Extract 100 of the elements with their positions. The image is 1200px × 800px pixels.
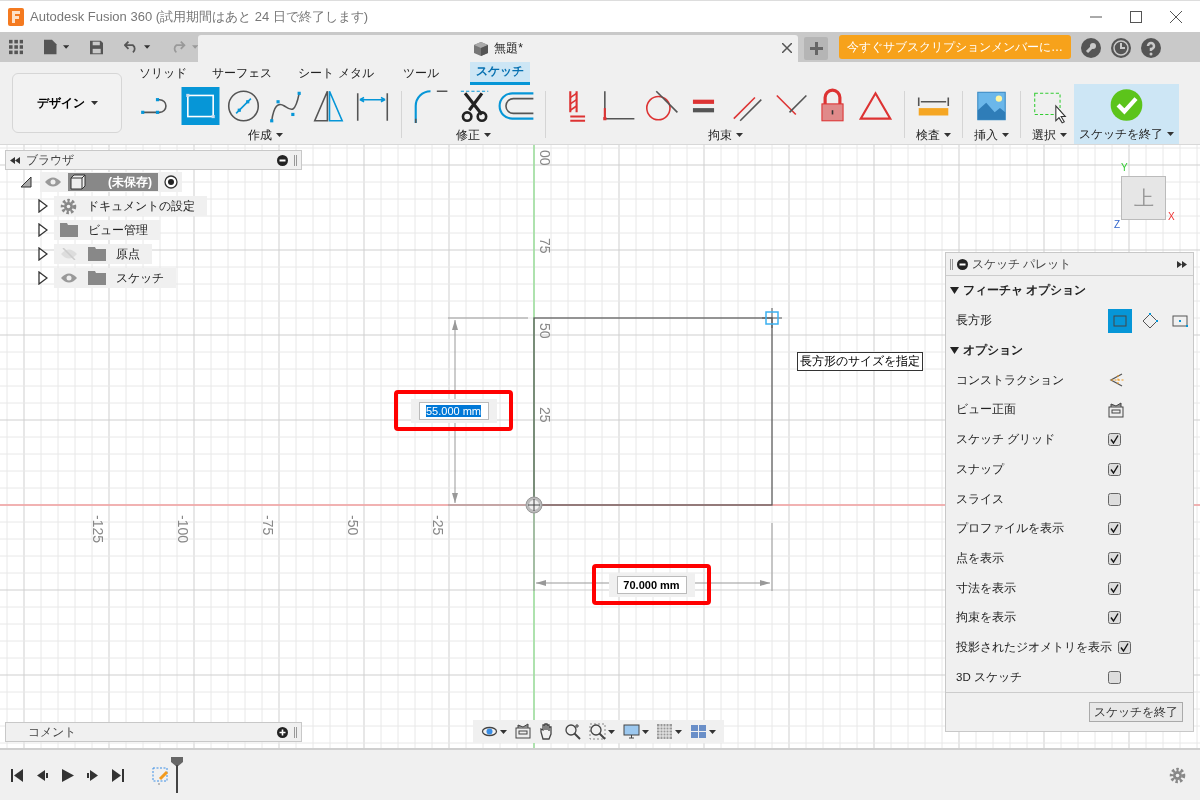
expand-triangle-icon[interactable] <box>38 271 48 285</box>
clock-icon[interactable] <box>1111 38 1131 58</box>
collapse-triangle-icon[interactable] <box>20 176 32 188</box>
group-menu-button[interactable]: 作成 <box>245 126 285 144</box>
look-at-icon[interactable] <box>1108 401 1124 418</box>
display-icon[interactable] <box>622 723 640 740</box>
checkbox[interactable] <box>1108 522 1121 536</box>
item-label: ドキュメントの設定 <box>87 197 195 215</box>
checkbox[interactable] <box>1108 551 1121 565</box>
settings-icon[interactable] <box>1169 766 1186 784</box>
checkbox[interactable] <box>1108 462 1121 476</box>
axis-label: -25 <box>430 515 446 536</box>
axis-label: -100 <box>175 515 191 544</box>
expand-arrows-icon[interactable] <box>1177 260 1187 268</box>
group-menu-button[interactable]: スケッチを終了 <box>1077 125 1176 143</box>
sketch-rectangle[interactable] <box>533 317 773 506</box>
browser-item[interactable]: ドキュメントの設定 <box>54 196 207 216</box>
expand-triangle-icon[interactable] <box>38 223 48 237</box>
checkbox[interactable] <box>1108 611 1121 625</box>
box-icon <box>70 174 86 190</box>
group-menu-button[interactable]: 選択 <box>1030 126 1069 144</box>
grip-icon[interactable] <box>294 154 297 166</box>
workspace-button[interactable]: デザイン <box>12 73 122 133</box>
add-icon[interactable] <box>277 726 288 738</box>
option-label: スケッチ グリッド <box>956 432 1057 448</box>
item-label: 原点 <box>116 245 140 263</box>
save-icon[interactable] <box>89 39 104 55</box>
viewports-icon[interactable] <box>690 723 708 740</box>
corner-handle[interactable] <box>761 307 783 329</box>
browser-item[interactable]: 原点 <box>54 244 152 264</box>
rectangle-type-option[interactable] <box>1108 308 1132 333</box>
look-at-icon[interactable] <box>514 723 532 740</box>
item-label: スケッチ <box>116 269 164 287</box>
close-icon[interactable] <box>782 43 792 53</box>
checkbox[interactable] <box>1108 670 1121 684</box>
collapse-arrows-icon[interactable] <box>10 156 20 164</box>
caret-icon <box>675 729 683 734</box>
maximize-icon[interactable] <box>1130 10 1142 23</box>
finish-sketch-button[interactable]: スケッチを終了 <box>1089 702 1183 723</box>
ribbon-tab[interactable]: スケッチ <box>470 62 530 85</box>
rectangle-tool-icon[interactable] <box>179 86 222 125</box>
step-forward-icon[interactable] <box>85 767 100 783</box>
play-icon[interactable] <box>60 767 75 783</box>
gear-icon <box>60 197 77 215</box>
axis-label: -75 <box>260 515 276 536</box>
component-label: (未保存) <box>68 173 158 191</box>
wrench-icon[interactable] <box>1081 38 1101 58</box>
group-menu-button[interactable]: 拘束 <box>705 126 745 144</box>
expand-triangle-icon[interactable] <box>38 199 48 213</box>
document-tab[interactable]: 無題* <box>198 35 798 62</box>
section-header[interactable]: オプション <box>946 335 1193 366</box>
checkbox[interactable] <box>1108 433 1121 447</box>
grip-icon[interactable] <box>950 258 953 270</box>
checkbox[interactable] <box>1108 581 1121 595</box>
minus-icon[interactable] <box>957 258 968 270</box>
option-label: 寸法を表示 <box>956 580 1017 596</box>
skip-end-icon[interactable] <box>110 767 125 783</box>
skip-start-icon[interactable] <box>10 767 25 783</box>
option-label: 投影されたジオメトリを表示 <box>956 640 1112 656</box>
panel-title: スケッチ パレット <box>972 255 1073 273</box>
dimension-input[interactable]: 70.000 mm <box>616 575 687 594</box>
option-label: 拘束を表示 <box>956 610 1017 626</box>
option-label: 3D スケッチ <box>956 669 1023 685</box>
tooltip: 長方形のサイズを指定 <box>797 352 923 371</box>
checkbox[interactable] <box>1108 492 1121 506</box>
dimension-input[interactable]: 55.000 mm <box>418 401 489 420</box>
caret-icon <box>62 45 69 49</box>
browser-item[interactable]: スケッチ <box>54 268 176 288</box>
apps-grid-icon[interactable] <box>9 39 24 55</box>
zoom-icon[interactable] <box>564 723 582 740</box>
close-icon[interactable] <box>1170 10 1182 23</box>
grip-icon[interactable] <box>294 726 297 738</box>
group-menu-button[interactable]: 修正 <box>454 126 493 144</box>
axis-label: -125 <box>90 515 106 544</box>
browser-root-item[interactable]: (未保存) <box>40 172 182 192</box>
cube-icon <box>473 40 490 57</box>
help-icon[interactable] <box>1141 38 1161 58</box>
radio-icon[interactable] <box>164 175 178 189</box>
browser-item[interactable]: ビュー管理 <box>54 220 160 240</box>
step-back-icon[interactable] <box>35 767 50 783</box>
ribbon-tab[interactable]: ソリッド <box>133 62 193 85</box>
group-menu-button[interactable]: 検査 <box>914 126 953 144</box>
ribbon-tab[interactable]: ツール <box>382 62 460 85</box>
new-tab-button[interactable] <box>804 37 828 60</box>
option-label: 点を表示 <box>956 550 1005 566</box>
section-header[interactable]: フィーチャ オプション <box>946 276 1193 306</box>
ribbon-tab[interactable]: サーフェス <box>193 62 290 85</box>
minus-icon[interactable] <box>277 154 288 166</box>
checkbox[interactable] <box>1118 641 1131 655</box>
caret-icon <box>607 729 615 734</box>
option-label: スナップ <box>956 461 1006 477</box>
group-menu-button[interactable]: 挿入 <box>972 126 1011 144</box>
axis-label: 25 <box>537 407 553 423</box>
timeline-marker[interactable] <box>171 757 183 793</box>
construction-icon[interactable] <box>1108 372 1126 389</box>
ribbon-tab[interactable]: シート メタル <box>290 62 382 85</box>
expand-triangle-icon[interactable] <box>38 247 48 261</box>
file-icon[interactable] <box>44 39 57 55</box>
zoom-window-icon[interactable] <box>588 723 606 740</box>
undo-icon[interactable] <box>124 40 139 54</box>
